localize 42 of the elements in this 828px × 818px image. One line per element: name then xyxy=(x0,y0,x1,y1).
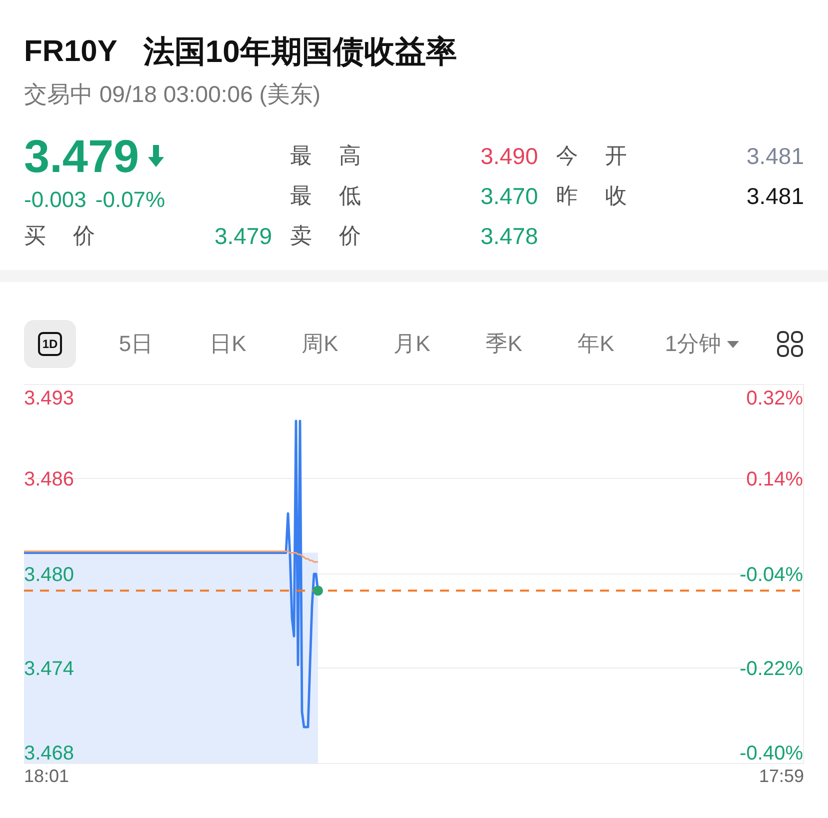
period-tab[interactable]: 1D xyxy=(24,320,76,368)
stat-label: 今 开 xyxy=(556,142,628,170)
period-tab[interactable]: 周K xyxy=(288,320,352,368)
period-tab[interactable]: 1分钟 xyxy=(656,320,748,368)
grid-icon xyxy=(777,331,803,357)
stat-value: 3.481 xyxy=(746,182,804,210)
instrument-name: 法国10年期国债收益率 xyxy=(143,33,457,71)
stat-value: 3.478 xyxy=(480,222,538,250)
caret-icon xyxy=(727,340,740,348)
axis-label: -0.40% xyxy=(740,742,803,764)
ticker-symbol: FR10Y xyxy=(24,34,118,70)
time-label: 17:59 xyxy=(758,765,804,788)
axis-label: 3.493 xyxy=(24,388,74,410)
period-tab[interactable]: 5日 xyxy=(104,320,168,368)
axis-label: 3.468 xyxy=(24,742,74,764)
period-tab[interactable]: 年K xyxy=(564,320,628,368)
trading-status: 交易中 09/18 03:00:06 (美东) xyxy=(24,80,322,109)
stat-value: 3.481 xyxy=(746,142,804,170)
axis-label: 0.32% xyxy=(746,388,803,410)
stat-label: 买 价 xyxy=(24,222,96,250)
stat-label: 最 低 xyxy=(290,182,362,210)
axis-label: 3.480 xyxy=(24,564,74,586)
axis-label: 3.486 xyxy=(24,468,74,490)
axis-label: 3.474 xyxy=(24,658,74,680)
axis-label: 0.14% xyxy=(746,468,803,490)
stat-value: 3.490 xyxy=(480,142,538,170)
stat-label: 卖 价 xyxy=(290,222,362,250)
period-tab[interactable]: 月K xyxy=(380,320,444,368)
axis-label: -0.04% xyxy=(740,564,803,586)
period-tab[interactable]: 季K xyxy=(472,320,536,368)
period-tab[interactable]: 日K xyxy=(196,320,260,368)
price-marker-icon xyxy=(313,586,323,596)
stat-label: 最 高 xyxy=(290,142,362,170)
stat-value: 3.470 xyxy=(480,182,538,210)
axis-label: -0.22% xyxy=(740,658,803,680)
time-label: 18:01 xyxy=(24,765,70,788)
stat-value: 3.479 xyxy=(214,222,272,250)
last-price: 3.479 xyxy=(24,133,140,179)
stat-label: 昨 收 xyxy=(556,182,628,210)
price-change: -0.003 xyxy=(24,187,86,213)
layout-button[interactable] xyxy=(776,330,804,358)
percent-change: -0.07% xyxy=(95,187,166,213)
